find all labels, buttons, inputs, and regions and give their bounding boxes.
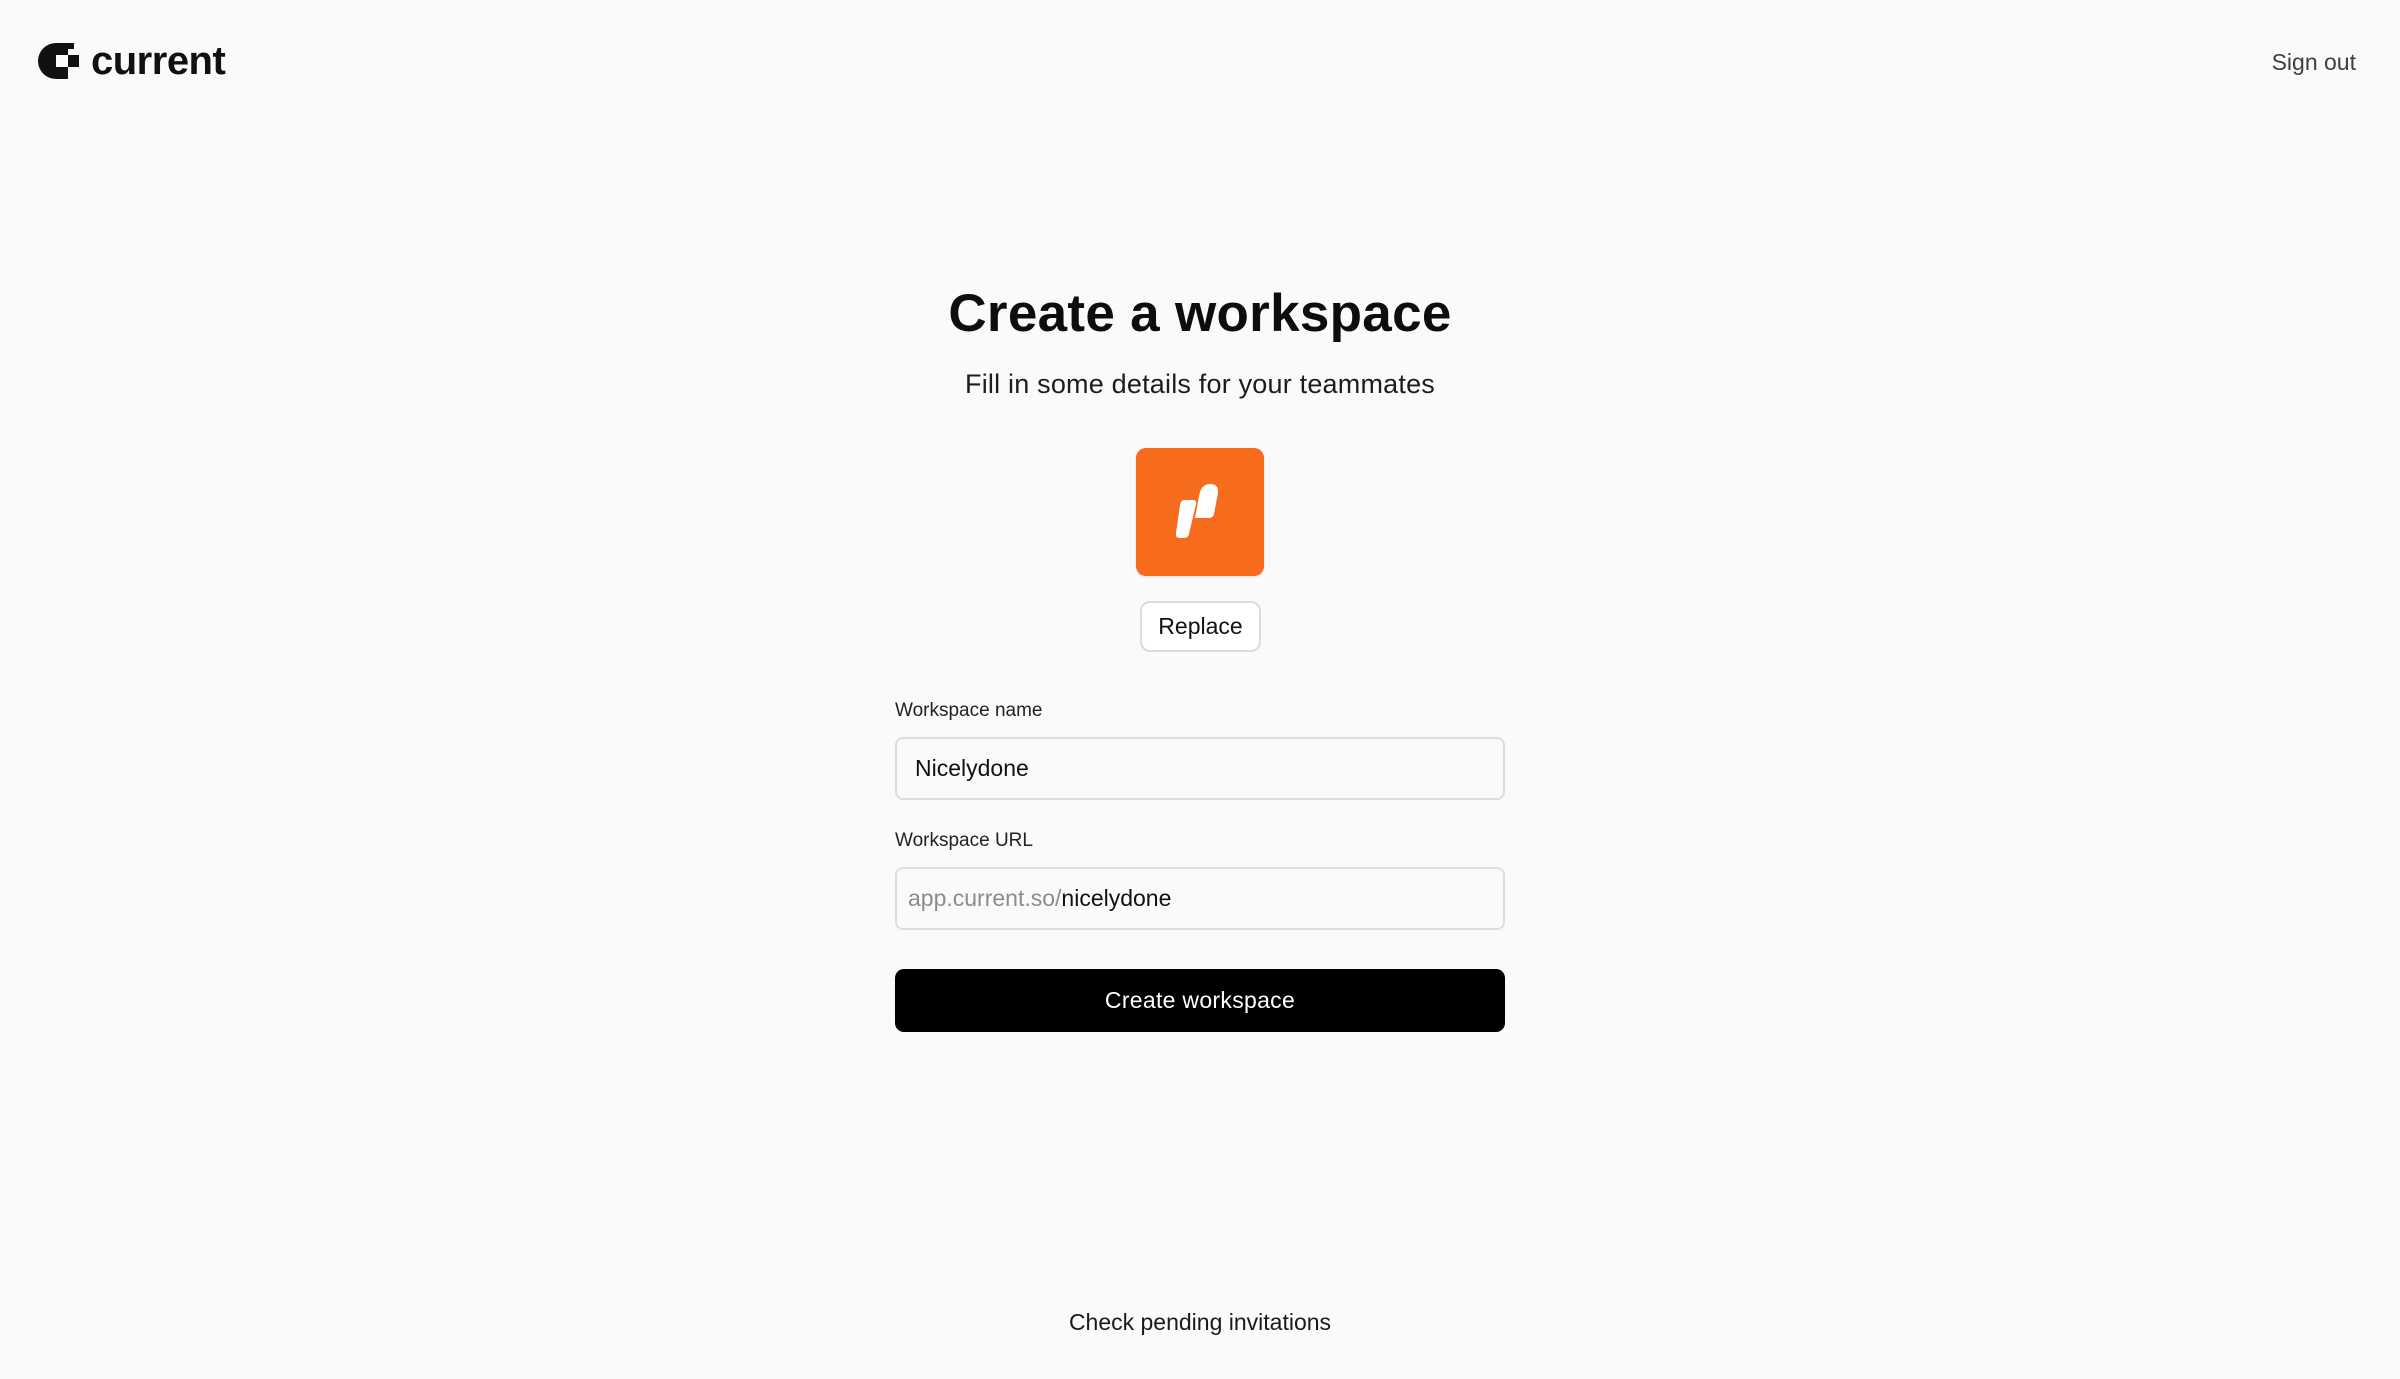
workspace-logo-icon	[1175, 484, 1219, 538]
workspace-url-field[interactable]: app.current.so/nicelydone	[895, 867, 1505, 930]
current-logo-icon	[38, 43, 79, 79]
create-workspace-button[interactable]: Create workspace	[895, 969, 1505, 1032]
workspace-name-input[interactable]	[915, 755, 1503, 782]
create-workspace-page: current Sign out Create a workspace Fill…	[0, 0, 2400, 1379]
workspace-avatar	[1136, 448, 1264, 576]
sign-out-link[interactable]: Sign out	[2272, 46, 2356, 78]
workspace-url-label: Workspace URL	[895, 830, 1033, 851]
brand-logo[interactable]: current	[37, 39, 226, 83]
workspace-name-field[interactable]	[895, 737, 1505, 800]
page-title: Create a workspace	[948, 284, 1452, 343]
replace-avatar-button[interactable]: Replace	[1140, 601, 1261, 652]
workspace-name-label: Workspace name	[895, 700, 1043, 721]
check-pending-invitations-link[interactable]: Check pending invitations	[0, 1306, 2400, 1338]
workspace-url-prefix: app.current.so/	[908, 885, 1062, 911]
brand-name: current	[91, 39, 226, 83]
workspace-url-input[interactable]: nicelydone	[1061, 885, 1171, 912]
page-subtitle: Fill in some details for your teammates	[965, 369, 1435, 399]
